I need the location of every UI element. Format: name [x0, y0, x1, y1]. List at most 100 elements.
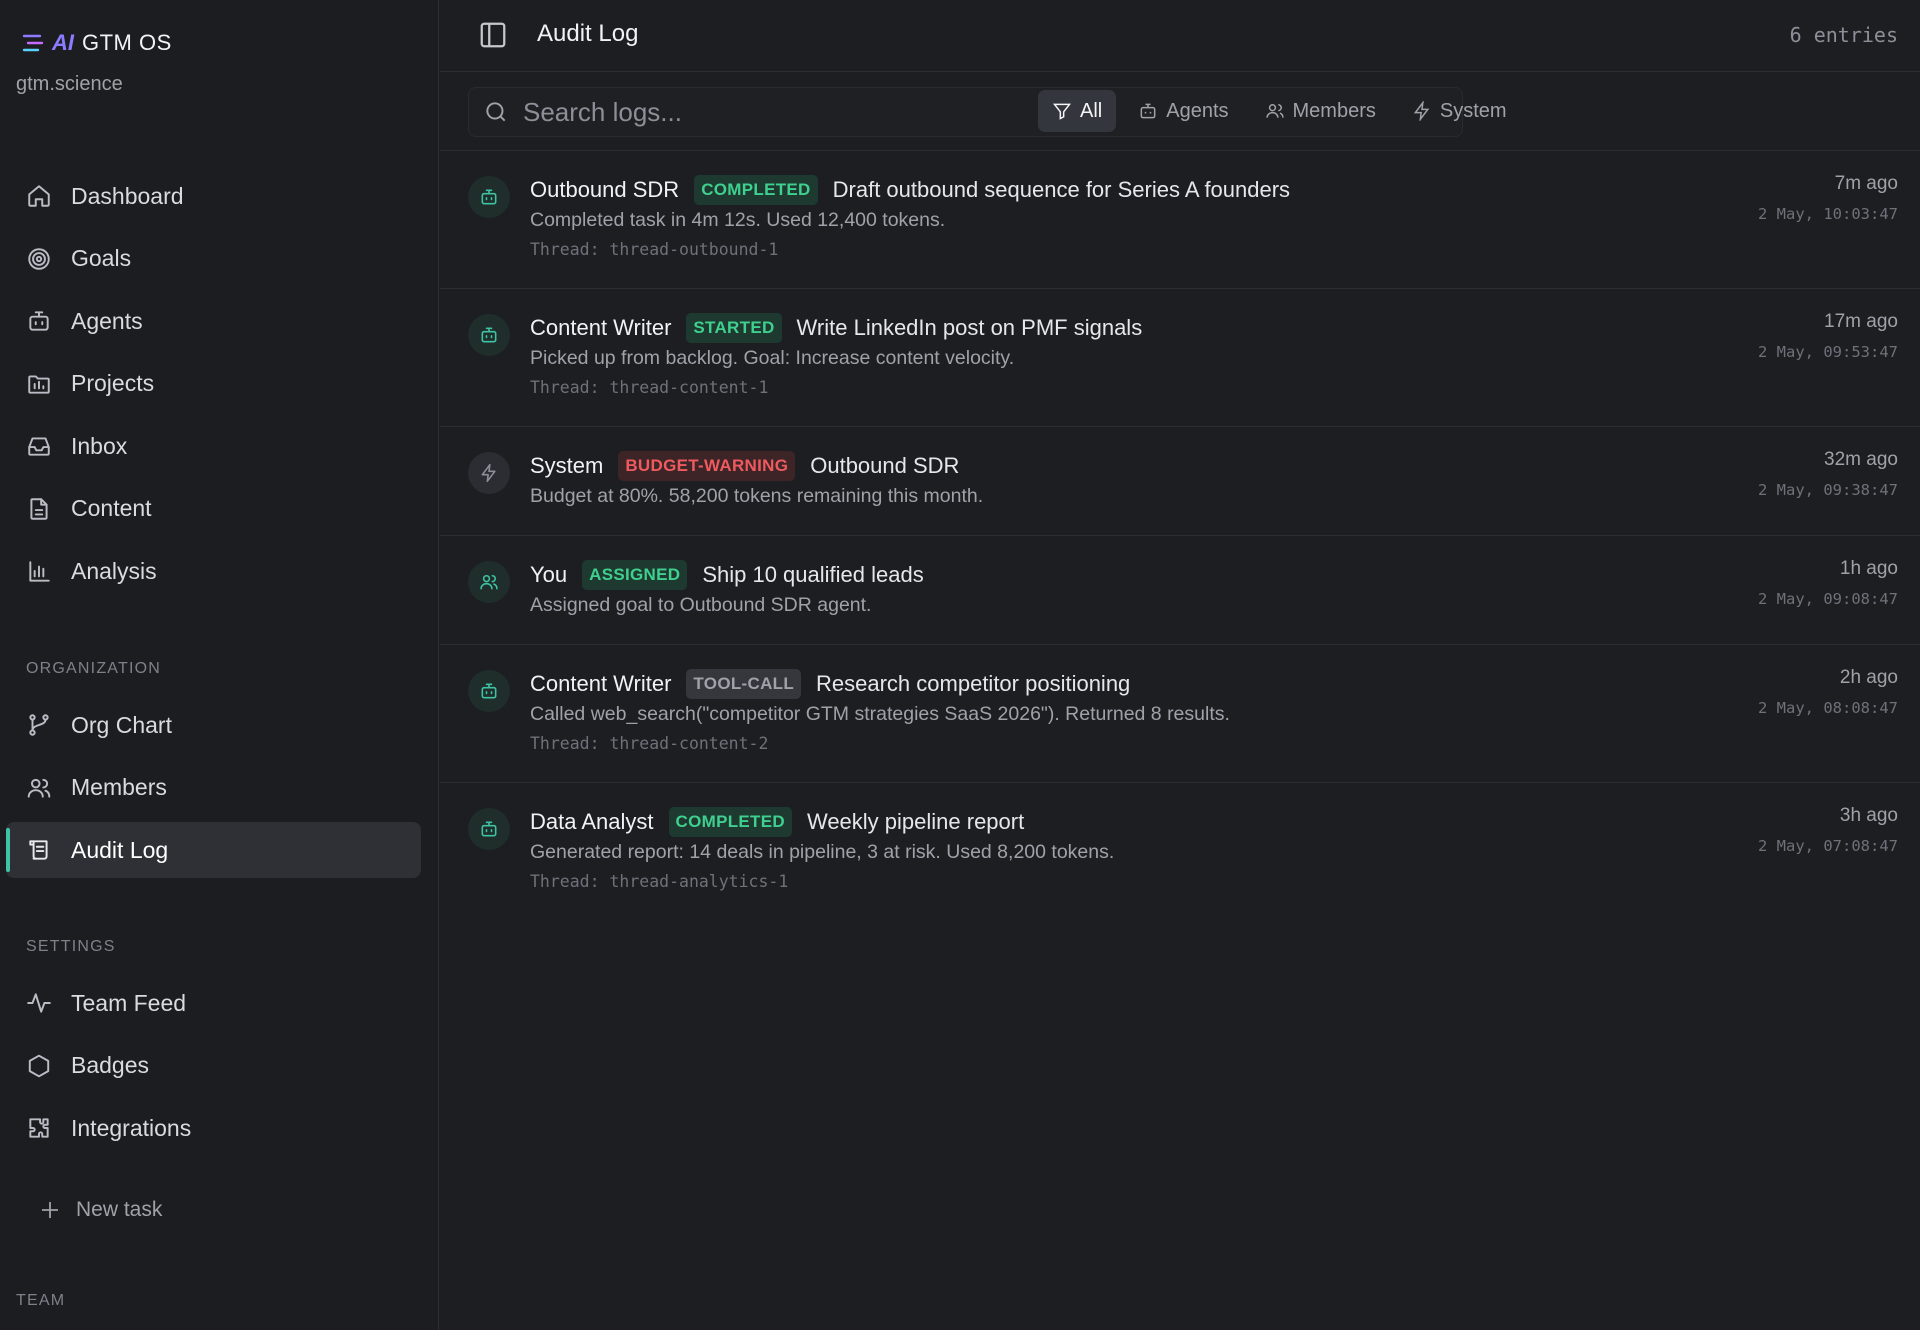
filter-agents[interactable]: Agents	[1124, 90, 1242, 132]
zap-icon	[481, 463, 496, 483]
sidebar-item-label: Badges	[71, 1052, 150, 1079]
bot-icon	[29, 311, 49, 331]
log-entry[interactable]: Outbound SDR COMPLETED Draft outbound se…	[440, 151, 1920, 289]
agent-avatar	[468, 314, 510, 356]
status-badge: BUDGET-WARNING	[618, 451, 796, 481]
log-timestamp: 1h ago 2 May, 09:08:47	[1758, 558, 1898, 608]
member-avatar	[468, 561, 510, 603]
log-timestamp: 7m ago 2 May, 10:03:47	[1758, 173, 1898, 223]
sidebar-item-members[interactable]: Members	[6, 760, 421, 816]
sidebar-item-inbox[interactable]: Inbox	[6, 418, 421, 474]
log-target: Ship 10 qualified leads	[702, 562, 924, 587]
sidebar-item-label: Members	[71, 774, 167, 801]
page-header: Audit Log 6 entries	[440, 0, 1920, 72]
log-thread[interactable]: Thread: thread-analytics-1	[530, 872, 1114, 891]
status-badge: ASSIGNED	[582, 560, 688, 590]
log-absolute-time: 2 May, 09:08:47	[1758, 590, 1898, 608]
folder-chart-icon	[28, 375, 50, 394]
sidebar-toggle-button[interactable]	[478, 20, 508, 50]
filter-icon	[1052, 103, 1072, 120]
sidebar-item-goals[interactable]: Goals	[6, 231, 421, 287]
section-label-settings: SETTINGS	[26, 938, 116, 955]
sidebar-item-label: Goals	[71, 245, 132, 272]
log-entry-body: You ASSIGNED Ship 10 qualified leads Ass…	[530, 558, 924, 617]
log-entry[interactable]: Content Writer STARTED Write LinkedIn po…	[440, 289, 1920, 427]
plus-icon	[42, 1202, 58, 1218]
log-absolute-time: 2 May, 10:03:47	[1758, 205, 1898, 223]
log-thread[interactable]: Thread: thread-outbound-1	[530, 240, 1290, 259]
workspace-name[interactable]: gtm.science	[16, 73, 123, 96]
system-avatar	[468, 452, 510, 494]
log-absolute-time: 2 May, 09:53:47	[1758, 343, 1898, 361]
log-entry[interactable]: Content Writer TOOL-CALL Research compet…	[440, 645, 1920, 783]
sidebar-item-integrations[interactable]: Integrations	[6, 1100, 421, 1156]
log-relative-time: 1h ago	[1839, 558, 1898, 579]
log-timestamp: 17m ago 2 May, 09:53:47	[1758, 311, 1898, 361]
hexagon-icon	[28, 1054, 50, 1077]
log-entry-body: Data Analyst COMPLETED Weekly pipeline r…	[530, 805, 1114, 891]
menu-lines-icon	[22, 34, 44, 52]
log-relative-time: 17m ago	[1824, 311, 1898, 332]
sidebar-item-dashboard[interactable]: Dashboard	[6, 168, 421, 224]
organization-nav: Org Chart Members Audit Log	[6, 697, 421, 885]
log-entry-body: Outbound SDR COMPLETED Draft outbound se…	[530, 173, 1290, 259]
log-entry-body: Content Writer STARTED Write LinkedIn po…	[530, 311, 1142, 397]
git-branch-icon	[29, 714, 49, 736]
sidebar-item-badges[interactable]: Badges	[6, 1038, 421, 1094]
log-actor: Content Writer	[530, 671, 672, 696]
section-label-team: TEAM	[16, 1292, 66, 1309]
log-description: Generated report: 14 deals in pipeline, …	[530, 841, 1115, 863]
audit-log-list: Outbound SDR COMPLETED Draft outbound se…	[440, 151, 1920, 921]
bot-icon	[481, 683, 497, 699]
inbox-icon	[28, 437, 50, 457]
section-label-organization: ORGANIZATION	[26, 660, 161, 677]
bot-icon	[481, 327, 497, 343]
brand-name: GTM OS	[82, 30, 172, 55]
sidebar-item-label: Team Feed	[71, 989, 187, 1016]
log-target: Research competitor positioning	[816, 671, 1131, 696]
search-icon	[486, 102, 506, 122]
agent-avatar	[468, 176, 510, 218]
log-thread[interactable]: Thread: thread-content-2	[530, 734, 1230, 753]
filter-all[interactable]: All	[1038, 90, 1117, 132]
entries-count: 6 entries	[1789, 23, 1898, 47]
sidebar-item-label: Agents	[71, 307, 143, 334]
log-timestamp: 32m ago 2 May, 09:38:47	[1758, 449, 1898, 499]
log-thread[interactable]: Thread: thread-content-1	[530, 378, 1142, 397]
sidebar-item-analysis[interactable]: Analysis	[6, 544, 421, 600]
bot-icon	[1140, 103, 1156, 119]
sidebar-item-label: Dashboard	[71, 182, 184, 209]
log-absolute-time: 2 May, 08:08:47	[1758, 699, 1898, 717]
sidebar-item-audit-log[interactable]: Audit Log	[6, 822, 421, 879]
agent-avatar	[468, 670, 510, 712]
sidebar-item-label: Content	[71, 495, 152, 522]
log-entry[interactable]: System BUDGET-WARNING Outbound SDR Budge…	[440, 427, 1920, 536]
log-description: Budget at 80%. 58,200 tokens remaining t…	[530, 485, 984, 507]
users-icon	[480, 574, 498, 590]
panel-left-icon	[480, 22, 506, 48]
home-icon	[28, 185, 50, 207]
sidebar-item-label: Projects	[71, 370, 155, 397]
filter-tabs: All Agents Members System	[1038, 90, 1521, 132]
log-entry[interactable]: You ASSIGNED Ship 10 qualified leads Ass…	[440, 536, 1920, 645]
filter-members[interactable]: Members	[1251, 90, 1390, 132]
zap-icon	[1413, 101, 1430, 121]
log-relative-time: 32m ago	[1824, 449, 1898, 470]
sidebar-item-projects[interactable]: Projects	[6, 356, 421, 412]
sidebar-item-agents[interactable]: Agents	[6, 293, 421, 349]
log-toolbar: All Agents Members System	[440, 72, 1920, 151]
brand-logo[interactable]: AI GTM OS	[22, 30, 172, 56]
log-actor: Content Writer	[530, 315, 672, 340]
new-task-button[interactable]: New task	[38, 1198, 162, 1222]
log-relative-time: 7m ago	[1834, 173, 1898, 194]
sidebar-item-content[interactable]: Content	[6, 481, 421, 537]
status-badge: COMPLETED	[694, 175, 818, 205]
sidebar-item-label: Org Chart	[71, 711, 172, 738]
filter-system[interactable]: System	[1398, 90, 1521, 132]
sidebar-item-team-feed[interactable]: Team Feed	[6, 975, 421, 1031]
bot-icon	[481, 821, 497, 837]
status-badge: STARTED	[686, 313, 782, 343]
target-icon	[28, 247, 50, 270]
log-entry[interactable]: Data Analyst COMPLETED Weekly pipeline r…	[440, 783, 1920, 921]
sidebar-item-org-chart[interactable]: Org Chart	[6, 697, 421, 753]
